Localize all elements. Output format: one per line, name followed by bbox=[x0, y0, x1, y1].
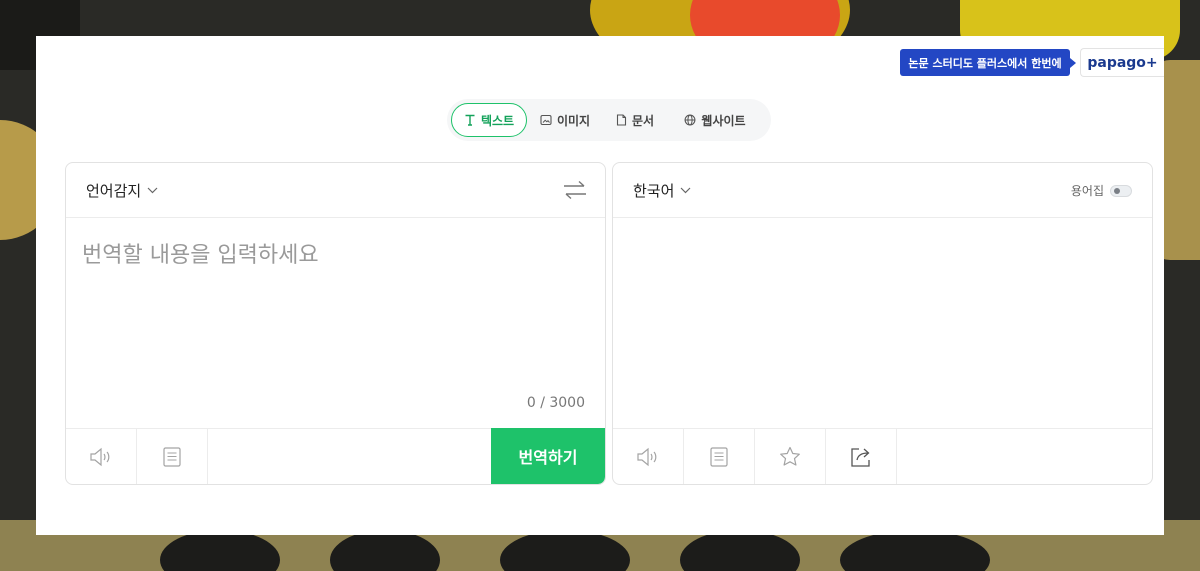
source-language-select[interactable]: 언어감지 bbox=[86, 180, 158, 201]
star-icon bbox=[780, 446, 800, 466]
text-t-icon bbox=[465, 114, 475, 126]
swap-languages-button[interactable] bbox=[563, 180, 587, 204]
promo-banner[interactable]: 논문 스터디도 플러스에서 한번에 bbox=[900, 49, 1076, 76]
speaker-icon bbox=[90, 447, 110, 466]
swap-icon bbox=[564, 180, 586, 200]
tab-website[interactable]: 웹사이트 bbox=[667, 103, 763, 137]
listen-target-button[interactable] bbox=[613, 429, 684, 484]
speaker-icon bbox=[637, 447, 657, 466]
papago-plus-button[interactable]: papago+ bbox=[1080, 48, 1164, 77]
tab-image-label: 이미지 bbox=[556, 113, 591, 128]
share-icon bbox=[851, 447, 870, 467]
document-icon bbox=[616, 114, 627, 126]
glossary-label: 용어집 bbox=[1070, 184, 1104, 198]
tab-text-label: 텍스트 bbox=[480, 113, 515, 128]
target-language-select[interactable]: 한국어 bbox=[633, 180, 691, 201]
copy-target-button[interactable] bbox=[684, 429, 755, 484]
source-panel-header: 언어감지 bbox=[66, 163, 605, 218]
character-counter: 0 / 3000 bbox=[526, 395, 585, 411]
dictionary-source-button[interactable] bbox=[137, 429, 208, 484]
share-button[interactable] bbox=[826, 429, 897, 484]
favorite-button[interactable] bbox=[755, 429, 826, 484]
source-panel: 언어감지 0 / 3000 번역하기 bbox=[65, 162, 606, 485]
tab-image[interactable]: 이미지 bbox=[527, 103, 603, 137]
target-language-label: 한국어 bbox=[633, 181, 675, 200]
tab-document-label: 문서 bbox=[631, 113, 655, 128]
note-icon bbox=[710, 446, 728, 467]
tab-document[interactable]: 문서 bbox=[603, 103, 667, 137]
papago-page: 논문 스터디도 플러스에서 한번에 papago+ 텍스트 이미지 문서 웹사이… bbox=[36, 36, 1164, 535]
note-icon bbox=[163, 446, 181, 467]
translate-button[interactable]: 번역하기 bbox=[491, 428, 605, 484]
listen-source-button[interactable] bbox=[66, 429, 137, 484]
target-panel: 한국어 용어집 bbox=[612, 162, 1153, 485]
source-text-input[interactable] bbox=[82, 235, 582, 275]
chevron-down-icon bbox=[147, 187, 158, 193]
image-icon bbox=[540, 114, 552, 126]
tab-website-label: 웹사이트 bbox=[701, 113, 746, 128]
tab-text[interactable]: 텍스트 bbox=[451, 103, 527, 137]
glossary-toggle[interactable] bbox=[1110, 184, 1132, 197]
source-language-label: 언어감지 bbox=[86, 181, 142, 200]
glossary-toggle-group: 용어집 bbox=[1071, 182, 1132, 199]
chevron-down-icon bbox=[680, 187, 691, 193]
target-panel-footer bbox=[613, 428, 1152, 484]
globe-icon bbox=[684, 114, 696, 126]
target-panel-header: 한국어 용어집 bbox=[613, 163, 1152, 218]
mode-tabs: 텍스트 이미지 문서 웹사이트 bbox=[447, 99, 771, 141]
